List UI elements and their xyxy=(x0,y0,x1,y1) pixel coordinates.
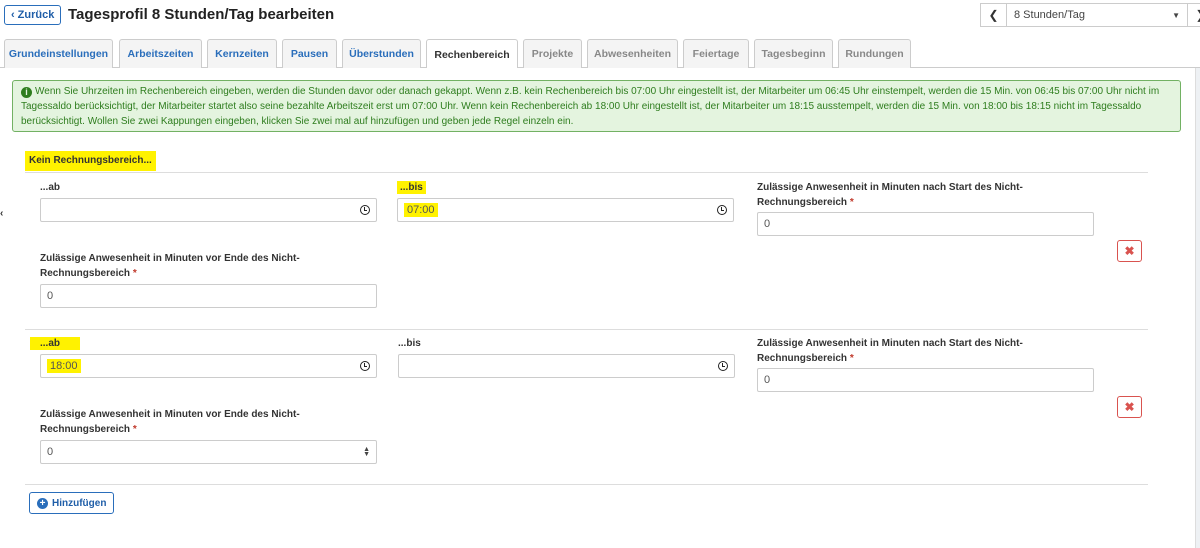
rule-2-from-input[interactable]: 18:00 xyxy=(40,354,377,378)
rule-1-before-end-label: Zulässige Anwesenheit in Minuten vor End… xyxy=(40,253,300,279)
close-icon: ✖ xyxy=(1124,244,1135,258)
rule-2-delete-button[interactable]: ✖ xyxy=(1117,396,1142,418)
rule-2-from-value: 18:00 xyxy=(47,359,81,373)
next-profile-button[interactable]: ❯ xyxy=(1187,3,1200,27)
rule-2-after-start-value: 0 xyxy=(764,374,771,386)
rule-2-before-end-input[interactable]: 0 ▲ ▼ xyxy=(40,440,377,464)
tab-tagesbeginn[interactable]: Tagesbeginn xyxy=(754,39,833,68)
rule-2-before-end-label-wrap: Zulässige Anwesenheit in Minuten vor End… xyxy=(40,407,330,437)
page-title: Tagesprofil 8 Stunden/Tag bearbeiten xyxy=(68,6,335,23)
tab-rechenbereich[interactable]: Rechenbereich xyxy=(426,39,518,69)
divider xyxy=(25,484,1148,485)
rule-2-to-label: ...bis xyxy=(398,338,421,349)
rule-2-after-start-input[interactable]: 0 xyxy=(757,368,1094,392)
rule-1-from-input[interactable] xyxy=(40,198,377,222)
tab-pausen[interactable]: Pausen xyxy=(282,39,337,68)
add-rule-button-label: Hinzufügen xyxy=(52,497,107,509)
rule-1-before-end-value: 0 xyxy=(47,290,54,302)
rule-1-after-start-label: Zulässige Anwesenheit in Minuten nach St… xyxy=(757,182,1023,208)
back-button[interactable]: ‹ Zurück xyxy=(4,5,62,25)
caret-down-icon: ▼ xyxy=(1172,10,1180,20)
page: ‹ Zurück Tagesprofil 8 Stunden/Tag bearb… xyxy=(0,0,1200,548)
tab-projekte[interactable]: Projekte xyxy=(523,39,582,68)
rule-1-to-input[interactable]: 07:00 xyxy=(397,198,734,222)
tab-ueberstunden[interactable]: Überstunden xyxy=(342,39,421,68)
tab-feiertage[interactable]: Feiertage xyxy=(683,39,749,68)
required-marker: * xyxy=(849,353,854,364)
rule-1-delete-button[interactable]: ✖ xyxy=(1117,240,1142,262)
profile-select-value: 8 Stunden/Tag xyxy=(1014,9,1085,21)
rule-1-before-end-input[interactable]: 0 xyxy=(40,284,377,308)
tab-abwesenheiten[interactable]: Abwesenheiten xyxy=(587,39,678,68)
clock-icon[interactable] xyxy=(718,361,728,371)
chevron-right-icon: ❯ xyxy=(1195,8,1200,22)
rule-2-before-end-value: 0 xyxy=(47,446,54,458)
required-marker: * xyxy=(849,197,854,208)
back-button-label: Zurück xyxy=(17,9,55,21)
tab-grundeinstellungen[interactable]: Grundeinstellungen xyxy=(4,39,113,68)
clock-icon[interactable] xyxy=(360,361,370,371)
rule-2-after-start-label-wrap: Zulässige Anwesenheit in Minuten nach St… xyxy=(757,336,1057,366)
info-icon: i xyxy=(21,87,32,98)
rule-1-after-start-value: 0 xyxy=(764,218,771,230)
rule-1-to-label: ...bis xyxy=(397,181,426,194)
rule-2-before-end-label: Zulässige Anwesenheit in Minuten vor End… xyxy=(40,409,300,435)
profile-select[interactable]: 8 Stunden/Tag ▼ xyxy=(1007,3,1187,27)
plus-circle-icon: + xyxy=(37,497,48,509)
rule-1-before-end-label-wrap: Zulässige Anwesenheit in Minuten vor End… xyxy=(40,251,330,281)
close-icon: ✖ xyxy=(1124,400,1135,414)
rule-1-after-start-input[interactable]: 0 xyxy=(757,212,1094,236)
rule-2-to-input[interactable] xyxy=(398,354,735,378)
rule-1-to-value: 07:00 xyxy=(404,203,438,217)
top-bar: ‹ Zurück Tagesprofil 8 Stunden/Tag bearb… xyxy=(0,0,1200,36)
required-marker: * xyxy=(132,268,137,279)
clock-icon[interactable] xyxy=(360,205,370,215)
rule-1-after-start-label-wrap: Zulässige Anwesenheit in Minuten nach St… xyxy=(757,180,1057,210)
add-rule-button[interactable]: + Hinzufügen xyxy=(29,492,115,514)
required-marker: * xyxy=(132,424,137,435)
rule-2-from-label-wrap: ...ab xyxy=(30,336,81,351)
spinner-arrows-icon[interactable]: ▲ ▼ xyxy=(363,446,370,458)
tab-arbeitszeiten[interactable]: Arbeitszeiten xyxy=(119,39,202,68)
section-label: Kein Rechnungsbereich... xyxy=(25,151,156,171)
profile-navigator: ❮ 8 Stunden/Tag ▼ ❯ xyxy=(980,3,1200,27)
tab-kernzeiten[interactable]: Kernzeiten xyxy=(207,39,277,68)
info-alert-text: Wenn Sie Uhrzeiten im Rechenbereich eing… xyxy=(21,86,1160,127)
rechenbereich-panel: ‹ i Wenn Sie Uhrzeiten im Rechenbereich e… xyxy=(0,68,1196,548)
tab-rundungen[interactable]: Rundungen xyxy=(838,39,911,68)
clock-icon[interactable] xyxy=(717,205,727,215)
previous-profile-button[interactable]: ❮ xyxy=(980,3,1007,27)
rule-2-from-label: ...ab xyxy=(30,337,81,350)
info-alert: i Wenn Sie Uhrzeiten im Rechenbereich ein… xyxy=(12,80,1181,132)
divider xyxy=(25,329,1148,330)
rule-1-from-label: ...ab xyxy=(40,182,61,193)
collapse-handle[interactable]: ‹ xyxy=(0,208,5,222)
rule-2-after-start-label: Zulässige Anwesenheit in Minuten nach St… xyxy=(757,338,1023,364)
chevron-left-icon: ‹ xyxy=(11,9,15,21)
rule-1-to-label-wrap: ...bis xyxy=(397,180,426,195)
tab-bar: Grundeinstellungen Arbeitszeiten Kernzei… xyxy=(0,36,1200,69)
chevron-left-icon: ❮ xyxy=(988,8,999,22)
divider xyxy=(25,172,1148,173)
